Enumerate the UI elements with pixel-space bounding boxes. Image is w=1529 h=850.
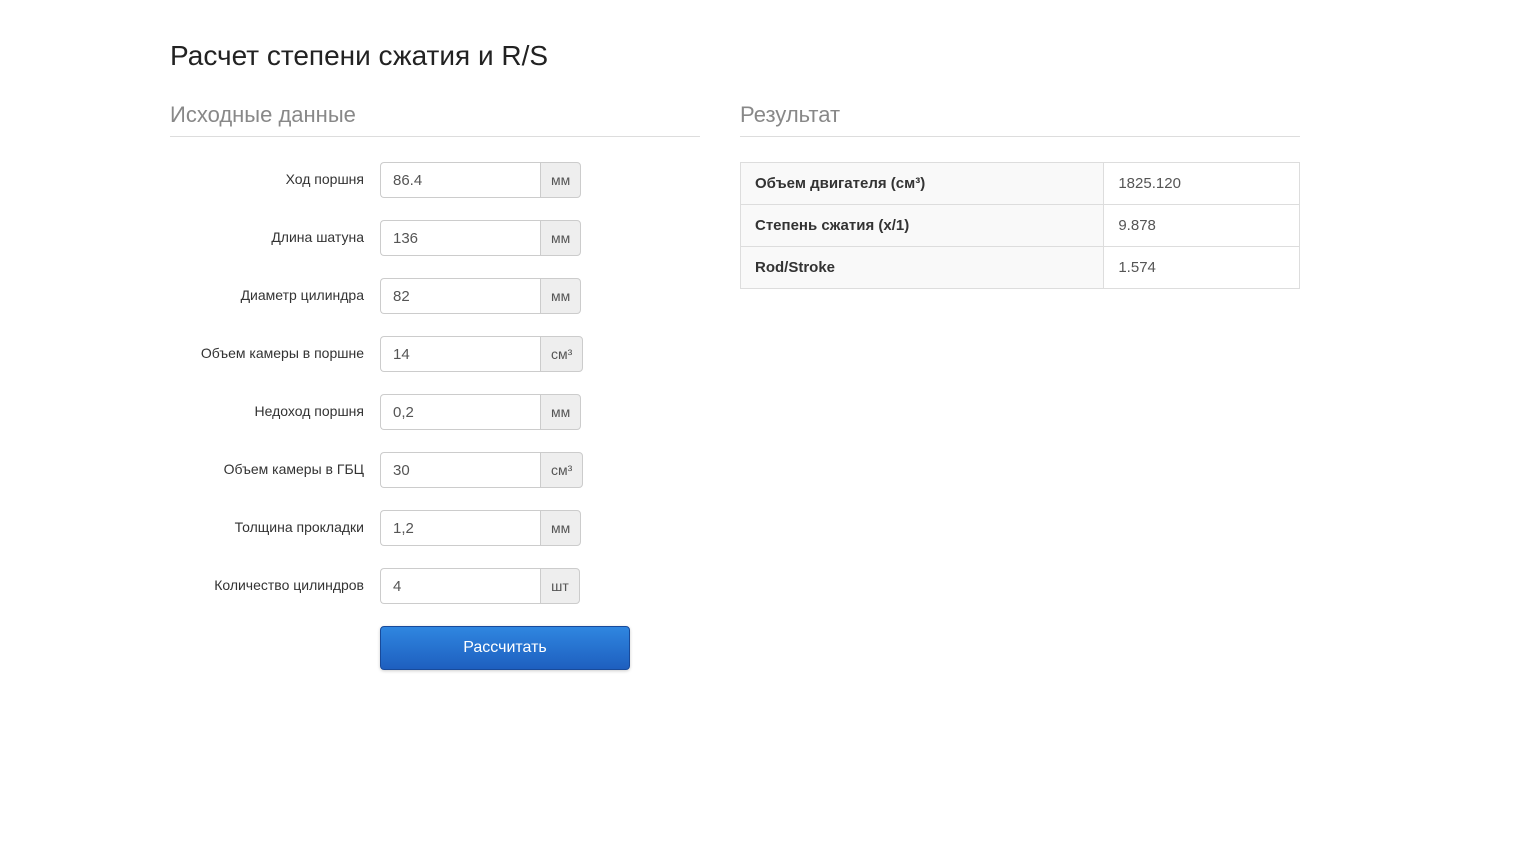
unit-piston-chamber: см³: [540, 336, 583, 372]
calculate-button[interactable]: Рассчитать: [380, 626, 630, 670]
input-head-chamber[interactable]: [380, 452, 540, 488]
unit-gasket-thickness: мм: [540, 510, 581, 546]
row-piston-underrun: Недоход поршня мм: [170, 394, 700, 430]
label-bore: Диаметр цилиндра: [170, 278, 380, 306]
input-piston-chamber[interactable]: [380, 336, 540, 372]
label-rod-length: Длина шатуна: [170, 220, 380, 248]
unit-cylinders: шт: [540, 568, 580, 604]
main-container: Исходные данные Ход поршня мм Длина шату…: [170, 102, 1359, 670]
page-title: Расчет степени сжатия и R/S: [170, 40, 1359, 72]
row-piston-chamber: Объем камеры в поршне см³: [170, 336, 700, 372]
input-piston-underrun[interactable]: [380, 394, 540, 430]
row-rod-length: Длина шатуна мм: [170, 220, 700, 256]
input-gasket-thickness[interactable]: [380, 510, 540, 546]
row-head-chamber: Объем камеры в ГБЦ см³: [170, 452, 700, 488]
result-table: Объем двигателя (см³) 1825.120 Степень с…: [740, 162, 1300, 289]
result-label-rod-stroke: Rod/Stroke: [741, 247, 1104, 289]
unit-bore: мм: [540, 278, 581, 314]
result-column: Результат Объем двигателя (см³) 1825.120…: [740, 102, 1300, 670]
button-row: Рассчитать: [170, 626, 700, 670]
unit-piston-underrun: мм: [540, 394, 581, 430]
input-column: Исходные данные Ход поршня мм Длина шату…: [170, 102, 700, 670]
result-label-compression: Степень сжатия (x/1): [741, 205, 1104, 247]
label-head-chamber: Объем камеры в ГБЦ: [170, 452, 380, 480]
result-row-rod-stroke: Rod/Stroke 1.574: [741, 247, 1300, 289]
input-stroke[interactable]: [380, 162, 540, 198]
result-section-title: Результат: [740, 102, 1300, 137]
row-bore: Диаметр цилиндра мм: [170, 278, 700, 314]
label-cylinders: Количество цилиндров: [170, 568, 380, 596]
unit-head-chamber: см³: [540, 452, 583, 488]
label-piston-underrun: Недоход поршня: [170, 394, 380, 422]
result-value-rod-stroke: 1.574: [1104, 247, 1300, 289]
result-row-displacement: Объем двигателя (см³) 1825.120: [741, 163, 1300, 205]
result-label-displacement: Объем двигателя (см³): [741, 163, 1104, 205]
label-stroke: Ход поршня: [170, 162, 380, 190]
row-gasket-thickness: Толщина прокладки мм: [170, 510, 700, 546]
input-bore[interactable]: [380, 278, 540, 314]
input-cylinders[interactable]: [380, 568, 540, 604]
unit-rod-length: мм: [540, 220, 581, 256]
row-cylinders: Количество цилиндров шт: [170, 568, 700, 604]
result-value-displacement: 1825.120: [1104, 163, 1300, 205]
input-rod-length[interactable]: [380, 220, 540, 256]
row-stroke: Ход поршня мм: [170, 162, 700, 198]
input-section-title: Исходные данные: [170, 102, 700, 137]
unit-stroke: мм: [540, 162, 581, 198]
label-gasket-thickness: Толщина прокладки: [170, 510, 380, 538]
result-row-compression: Степень сжатия (x/1) 9.878: [741, 205, 1300, 247]
label-piston-chamber: Объем камеры в поршне: [170, 336, 380, 364]
result-value-compression: 9.878: [1104, 205, 1300, 247]
